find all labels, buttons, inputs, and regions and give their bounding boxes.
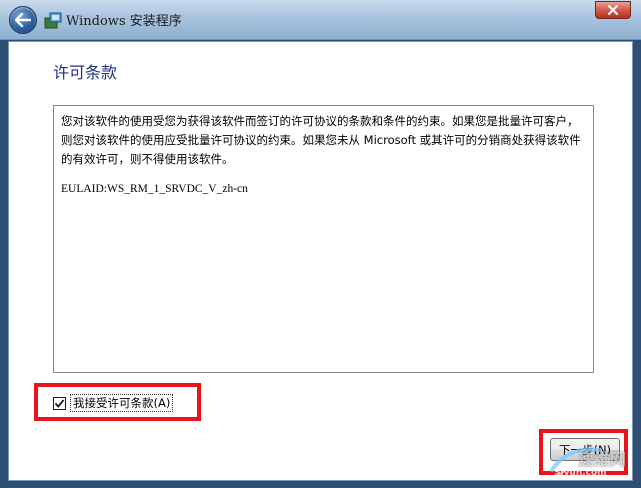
close-button[interactable] [595, 1, 631, 19]
title-bar: Windows 安装程序 [0, 0, 641, 40]
watermark: 速维网 Siyun.com [548, 440, 638, 484]
setup-app-icon [44, 11, 62, 29]
back-button[interactable] [9, 6, 37, 34]
content-panel: 许可条款 您对该软件的使用受您为获得该软件而签订的许可协议的条款和条件的约束。如… [8, 41, 633, 481]
eula-id: EULAID:WS_RM_1_SRVDC_V_zh-cn [61, 183, 248, 195]
close-icon [608, 5, 618, 15]
license-body: 您对该软件的使用受您为获得该软件而签订的许可协议的条款和条件的约束。如果您是批量… [61, 114, 581, 166]
checkmark-icon [54, 398, 65, 408]
license-text-box[interactable]: 您对该软件的使用受您为获得该软件而签订的许可协议的条款和条件的约束。如果您是批量… [53, 105, 594, 373]
accept-checkbox-label[interactable]: 我接受许可条款(A) [70, 394, 174, 412]
back-arrow-icon [15, 13, 31, 27]
watermark-url: Siyun.com [554, 468, 607, 478]
accept-terms-row[interactable]: 我接受许可条款(A) [53, 394, 174, 412]
page-title: 许可条款 [53, 63, 118, 82]
accept-checkbox[interactable] [53, 396, 66, 410]
window-title: Windows 安装程序 [66, 14, 182, 29]
watermark-text: 速维网 [578, 450, 627, 469]
